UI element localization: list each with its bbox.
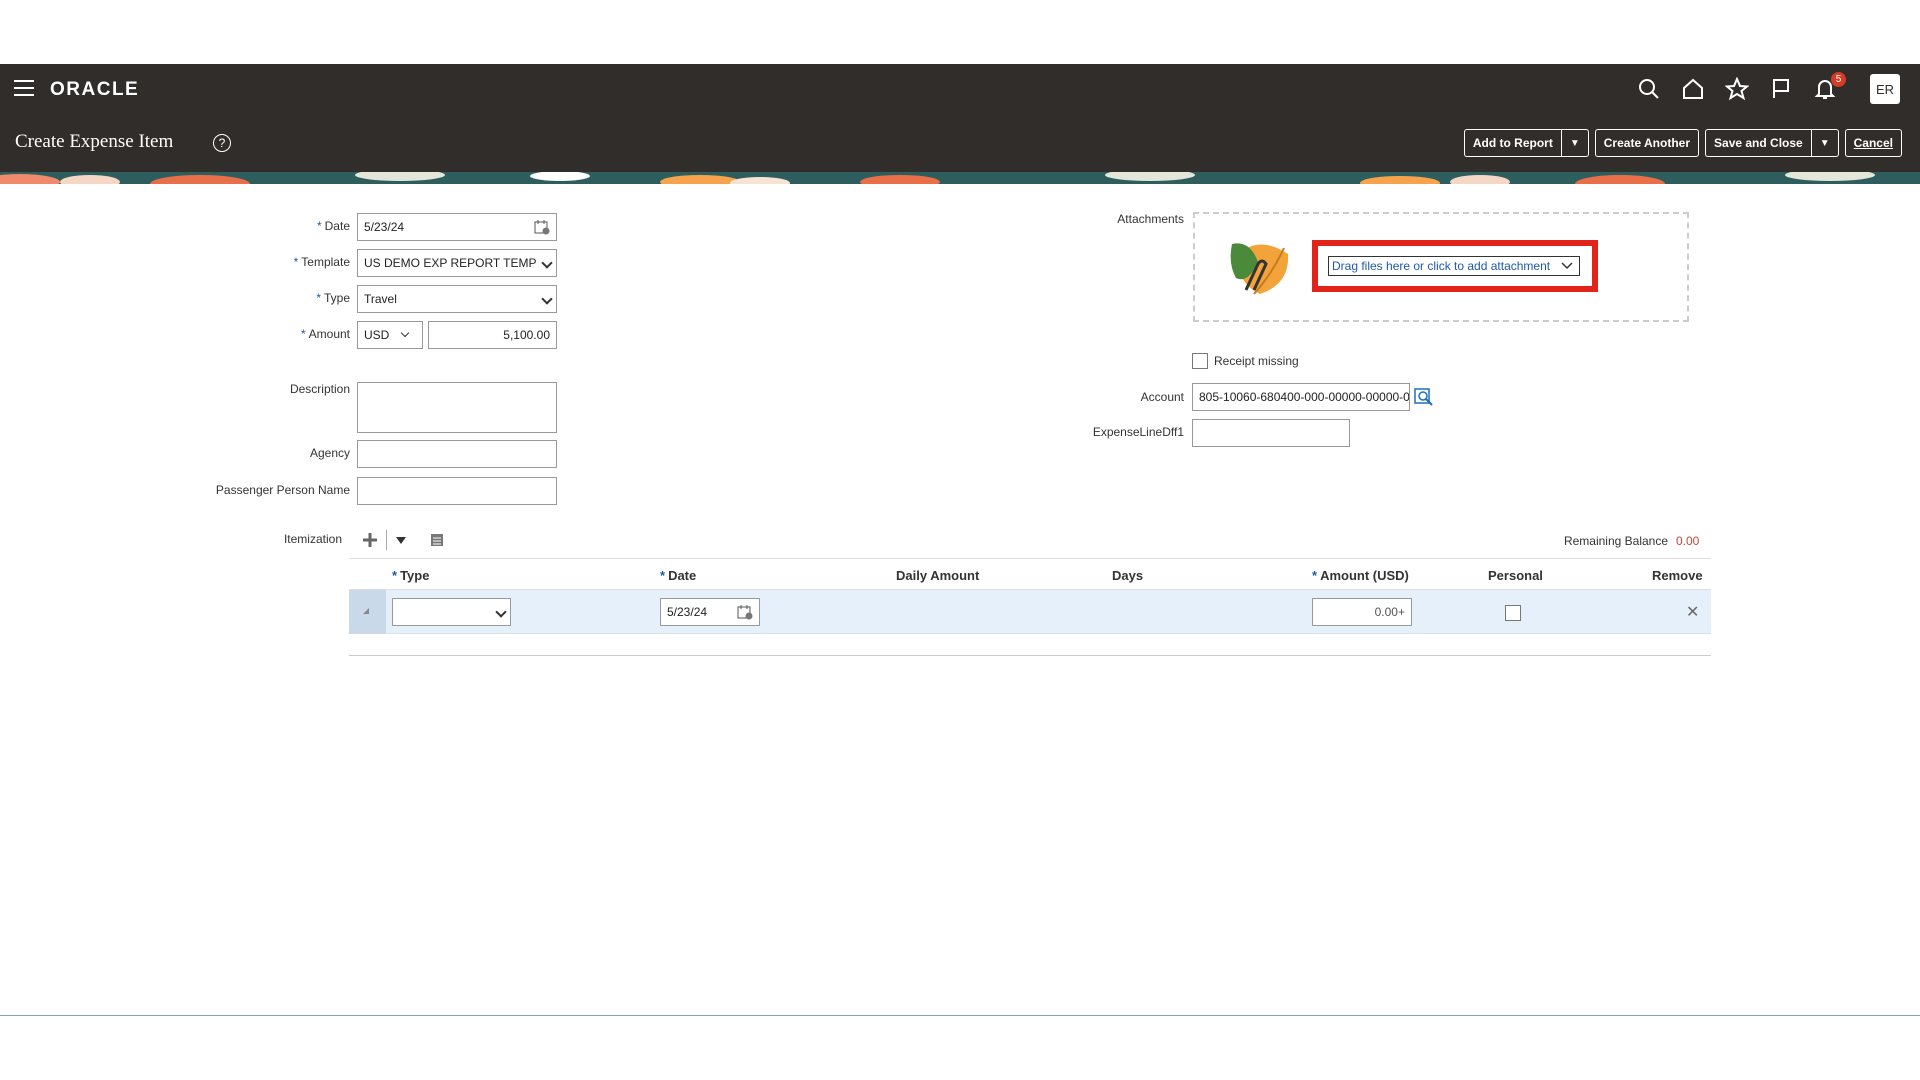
account-label: Account: [1140, 390, 1184, 404]
watchlist-flag-icon[interactable]: [1768, 76, 1794, 102]
global-icons: 5 ER: [1636, 72, 1900, 104]
decorative-banner: [0, 172, 1920, 184]
col-daily-amount[interactable]: Daily Amount: [896, 568, 979, 583]
chevron-down-icon: [541, 257, 553, 269]
col-personal[interactable]: Personal: [1488, 568, 1543, 583]
receipt-missing-checkbox[interactable]: [1192, 353, 1208, 369]
remaining-balance-value: 0.00: [1676, 534, 1700, 548]
date-field[interactable]: 5/23/24: [357, 213, 557, 241]
add-to-report-button[interactable]: Add to Report: [1463, 129, 1561, 157]
search-icon[interactable]: [1636, 76, 1662, 102]
row-type-select[interactable]: [392, 598, 511, 626]
favorites-star-icon[interactable]: [1724, 76, 1750, 102]
add-to-report-dropdown-button[interactable]: ▼: [1560, 129, 1589, 157]
col-type[interactable]: * Type: [392, 568, 429, 583]
table-row[interactable]: 5/23/24 0.00+ ✕: [349, 590, 1711, 634]
create-another-button[interactable]: Create Another: [1594, 129, 1700, 157]
add-attachment-link[interactable]: Drag files here or click to add attachme…: [1328, 256, 1580, 276]
add-to-report-split: Add to Report ▼: [1463, 129, 1589, 157]
add-icon[interactable]: [362, 532, 378, 548]
oracle-logo[interactable]: ORACLE: [50, 79, 139, 101]
amount-label: * Amount: [300, 327, 350, 341]
itemization-table-header: * Type * Date Daily Amount Days * Amount (U…: [349, 558, 1711, 590]
add-dropdown-icon[interactable]: [395, 535, 407, 545]
itemization-table: * Type * Date Daily Amount Days * Amount (U…: [349, 558, 1711, 634]
footer-divider: [0, 1015, 1920, 1016]
save-and-close-split: Save and Close ▼: [1705, 129, 1839, 157]
attachment-leaf-icon: [1230, 243, 1289, 295]
row-personal-checkbox[interactable]: [1505, 605, 1521, 621]
type-select[interactable]: Travel: [357, 285, 557, 313]
chevron-down-icon: [541, 293, 553, 305]
table-divider: [349, 655, 1711, 656]
description-textarea[interactable]: [357, 382, 557, 433]
global-header: [0, 64, 1920, 120]
user-avatar[interactable]: ER: [1870, 74, 1900, 104]
row-amount-field[interactable]: 0.00+: [1312, 598, 1412, 626]
col-amount-usd[interactable]: * Amount (USD): [1312, 568, 1409, 583]
agency-label: Agency: [309, 446, 350, 460]
attachments-label: Attachments: [1117, 212, 1184, 226]
col-remove[interactable]: Remove: [1652, 568, 1703, 583]
remaining-balance-label: Remaining Balance: [1563, 534, 1668, 548]
notifications-bell-icon[interactable]: 5: [1812, 72, 1846, 102]
row-date-field[interactable]: 5/23/24: [660, 598, 760, 626]
navigator-menu-icon[interactable]: [14, 80, 34, 96]
chevron-down-icon: [495, 606, 507, 618]
account-field[interactable]: 805-10060-680400-000-00000-00000-0: [1192, 383, 1410, 411]
help-icon[interactable]: ?: [213, 134, 231, 152]
page-actions: Add to Report ▼ Create Another Save and …: [1463, 129, 1902, 157]
expense-dff-label: ExpenseLineDff1: [1092, 425, 1184, 439]
cancel-button[interactable]: Cancel: [1844, 129, 1902, 157]
home-icon[interactable]: [1680, 76, 1706, 102]
agency-field[interactable]: [357, 440, 557, 468]
date-label: * Date: [316, 219, 350, 233]
passenger-name-label: Passenger Person Name: [215, 483, 350, 497]
template-select[interactable]: US DEMO EXP REPORT TEMPI: [357, 249, 557, 277]
col-days[interactable]: Days: [1112, 568, 1143, 583]
row-remove-icon[interactable]: ✕: [1686, 602, 1699, 622]
expense-dff-field[interactable]: [1192, 419, 1350, 447]
chevron-down-icon[interactable]: [1555, 257, 1579, 275]
col-date[interactable]: * Date: [660, 568, 696, 583]
calendar-icon[interactable]: [534, 219, 550, 235]
itemization-toolbar: [362, 530, 445, 550]
calendar-icon[interactable]: [737, 604, 753, 620]
passenger-name-field[interactable]: [357, 477, 557, 505]
type-label: * Type: [316, 291, 350, 305]
banner-pattern-icon: [0, 172, 1920, 184]
itemization-label: Itemization: [283, 532, 342, 546]
cancel-button-label: Cancel: [1853, 136, 1893, 150]
account-search-icon[interactable]: [1414, 387, 1434, 407]
page-title: Create Expense Item: [15, 131, 174, 152]
toolbar-divider: [386, 530, 387, 550]
currency-select[interactable]: USD: [357, 321, 423, 349]
save-and-close-dropdown-button[interactable]: ▼: [1810, 129, 1839, 157]
template-label: * Template: [293, 255, 350, 269]
description-label: Description: [289, 382, 350, 396]
amount-field[interactable]: 5,100.00: [428, 321, 557, 349]
save-and-close-button[interactable]: Save and Close: [1705, 129, 1811, 157]
chevron-down-icon: [400, 328, 410, 338]
row-selector[interactable]: [349, 590, 386, 634]
receipt-missing-label: Receipt missing: [1214, 354, 1299, 368]
notifications-badge: 5: [1831, 72, 1846, 87]
detach-table-icon[interactable]: [429, 532, 445, 548]
